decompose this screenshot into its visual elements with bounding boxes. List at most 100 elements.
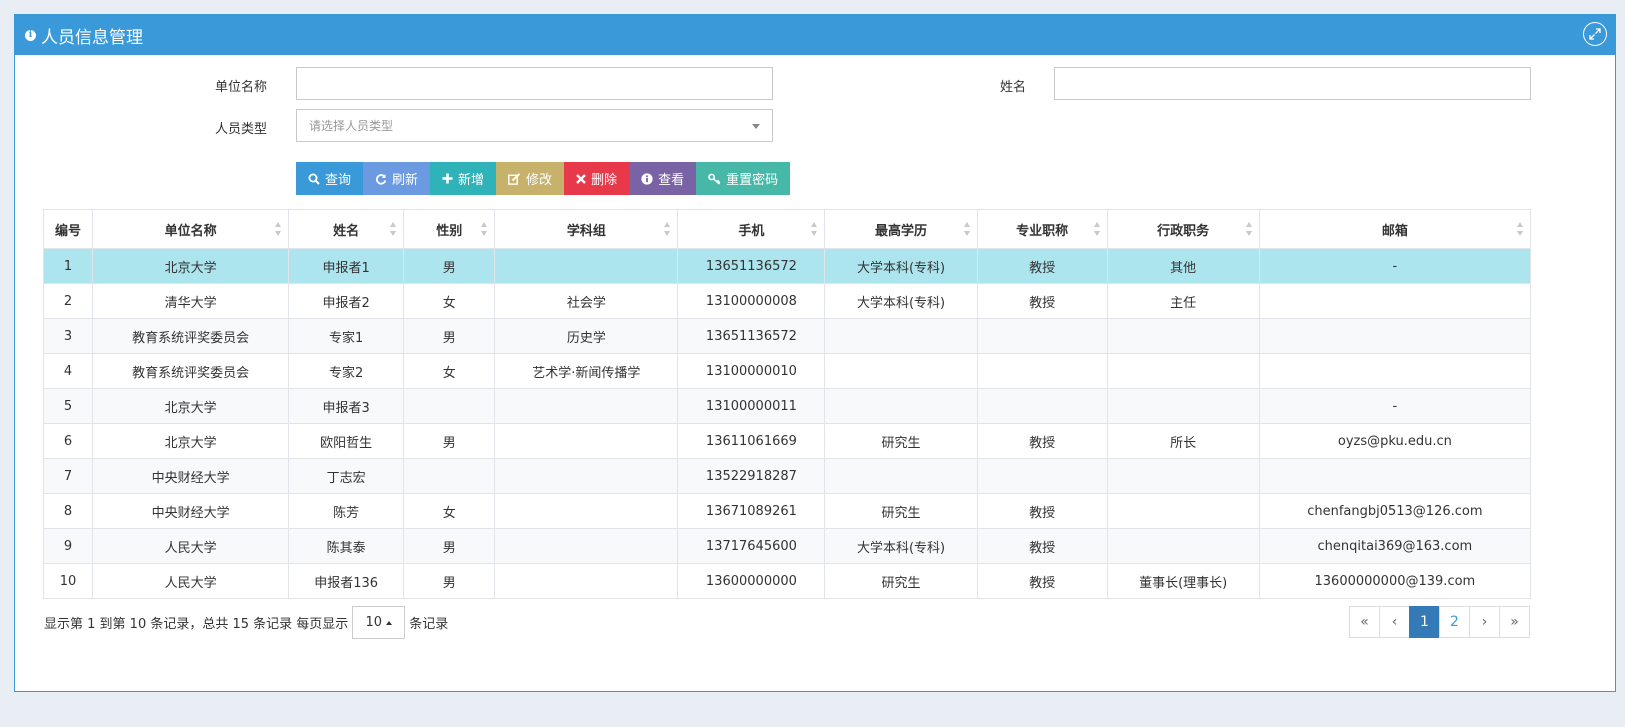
- delete-button[interactable]: 删除: [564, 162, 630, 195]
- table-row[interactable]: 1 北京大学 申报者1 男 13651136572 大学本科(专科) 教授 其他 -: [42, 248, 1532, 284]
- last-page-button[interactable]: »: [1499, 606, 1530, 638]
- expand-icon: [1589, 28, 1601, 40]
- panel-title: 人员信息管理: [41, 27, 143, 48]
- cell-subject-group: [494, 458, 679, 494]
- page-1-button[interactable]: 1: [1409, 606, 1440, 638]
- add-button-label: 新增: [458, 173, 485, 188]
- cell-title: 教授: [976, 423, 1108, 459]
- page-size-dropdown[interactable]: 10: [352, 606, 406, 639]
- edit-button[interactable]: 修改: [496, 162, 565, 195]
- first-page-button[interactable]: «: [1349, 606, 1380, 638]
- column-header-gender[interactable]: 性别: [403, 209, 496, 249]
- query-button-label: 查询: [325, 173, 352, 188]
- sort-icon[interactable]: [664, 222, 671, 236]
- column-header-email[interactable]: 邮箱: [1258, 209, 1532, 249]
- table-row[interactable]: 6 北京大学 欧阳哲生男 13611061669 研究生 教授 所长 oyzs@pku.edu…: [42, 423, 1532, 459]
- column-header-name[interactable]: 姓名: [288, 209, 405, 249]
- cell-position: [1106, 493, 1260, 529]
- add-button[interactable]: 新增: [430, 162, 497, 195]
- cell-title: [976, 318, 1108, 354]
- cell-education: [824, 388, 978, 424]
- column-header-position[interactable]: 行政职务: [1106, 209, 1260, 249]
- person-table: 编号 单位名称 姓名 性别 学科组 手机 最高学历 专业职称 行政职务 邮箱 1…: [42, 209, 1532, 599]
- refresh-icon: [375, 173, 387, 185]
- table-row[interactable]: 5 北京大学 申报者3 13100000011 -: [42, 388, 1532, 424]
- refresh-button[interactable]: 刷新: [363, 162, 431, 195]
- cell-subject-group: 社会学: [494, 283, 679, 319]
- column-header-education[interactable]: 最高学历: [824, 209, 978, 249]
- expand-button[interactable]: [1583, 22, 1607, 46]
- cell-name: 专家2: [288, 353, 405, 389]
- pager-info-suffix: 条记录: [409, 617, 449, 632]
- cell-education: [824, 353, 978, 389]
- next-page-button[interactable]: ›: [1469, 606, 1500, 638]
- cell-position: 董事长(理事长): [1106, 563, 1260, 599]
- sort-icon[interactable]: [481, 222, 488, 236]
- column-header-phone[interactable]: 手机: [677, 209, 826, 249]
- table-row[interactable]: 4 教育系统评奖委员会 专家2 女艺术学·新闻传播学 13100000010: [42, 353, 1532, 389]
- cell-email: [1258, 318, 1532, 354]
- cell-title: [976, 353, 1108, 389]
- name-label: 姓名: [999, 80, 1026, 95]
- cell-gender: 女: [403, 353, 496, 389]
- pagination: « ‹ 1 2 › »: [1349, 606, 1530, 638]
- cell-name: 申报者2: [288, 283, 405, 319]
- cell-email: [1258, 283, 1532, 319]
- sort-icon[interactable]: [1245, 222, 1253, 236]
- cell-name: 丁志宏: [288, 458, 405, 494]
- cell-name: 陈其泰: [288, 528, 405, 564]
- cell-email: -: [1258, 248, 1532, 284]
- cell-id: 9: [42, 528, 94, 564]
- cell-education: [824, 458, 978, 494]
- cell-id: 6: [42, 423, 94, 459]
- table-row[interactable]: 7 中央财经大学 丁志宏 13522918287: [42, 458, 1532, 494]
- query-button[interactable]: 查询: [296, 162, 364, 195]
- column-header-title[interactable]: 专业职称: [976, 209, 1108, 249]
- view-button[interactable]: 查看: [629, 162, 697, 195]
- table-row[interactable]: 2 清华大学 申报者2 女社会学 13100000008 大学本科(专科) 教授 主任: [42, 283, 1532, 319]
- page-2-button[interactable]: 2: [1439, 606, 1470, 638]
- table-row[interactable]: 8 中央财经大学 陈芳女 13671089261 研究生 教授 chenfangbj0513…: [42, 493, 1532, 529]
- chevron-down-icon: [752, 124, 760, 129]
- toolbar: 查询 刷新 新增 修改 删除 查看 重置密码: [296, 162, 791, 195]
- cell-title: 教授: [976, 248, 1108, 284]
- sort-icon[interactable]: [811, 222, 818, 236]
- table-row[interactable]: 3 教育系统评奖委员会 专家1 男历史学 13651136572: [42, 318, 1532, 354]
- column-header-id[interactable]: 编号: [42, 209, 94, 249]
- person-type-select[interactable]: 请选择人员类型: [296, 109, 773, 142]
- table-row[interactable]: 9 人民大学 陈其泰男 13717645600 大学本科(专科) 教授 chenqitai3…: [42, 528, 1532, 564]
- table-row[interactable]: 10 人民大学 申报者136 男 13600000000 研究生 教授 董事长(理事长) 136…: [42, 563, 1532, 599]
- cell-subject-group: [494, 528, 679, 564]
- cell-phone: 13651136572: [677, 248, 826, 284]
- column-header-subject-group[interactable]: 学科组: [494, 209, 679, 249]
- name-input[interactable]: [1054, 67, 1531, 100]
- delete-button-label: 删除: [591, 173, 618, 188]
- prev-page-button[interactable]: ‹: [1379, 606, 1410, 638]
- column-header-unit[interactable]: 单位名称: [92, 209, 290, 249]
- cell-subject-group: [494, 248, 679, 284]
- reset-password-button[interactable]: 重置密码: [696, 162, 791, 195]
- cell-phone: 13522918287: [677, 458, 826, 494]
- view-button-label: 查看: [658, 173, 685, 188]
- cell-id: 5: [42, 388, 94, 424]
- cell-unit: 北京大学: [92, 423, 290, 459]
- cell-phone: 13651136572: [677, 318, 826, 354]
- cell-phone: 13611061669: [677, 423, 826, 459]
- sort-icon[interactable]: [390, 222, 397, 236]
- cell-unit: 教育系统评奖委员会: [92, 318, 290, 354]
- cell-gender: 女: [403, 493, 496, 529]
- sort-icon[interactable]: [1517, 222, 1524, 236]
- sort-icon[interactable]: [275, 222, 282, 236]
- cell-subject-group: [494, 493, 679, 529]
- pager-info: 显示第 1 到第 10 条记录，总共 15 条记录 每页显示 10 条记录: [44, 606, 448, 639]
- unit-name-input[interactable]: [296, 67, 773, 100]
- sort-icon[interactable]: [1093, 222, 1101, 236]
- cell-id: 7: [42, 458, 94, 494]
- person-type-placeholder: 请选择人员类型: [309, 119, 394, 133]
- cell-email: chenqitai369@163.com: [1258, 528, 1532, 564]
- cell-gender: 男: [403, 248, 496, 284]
- cell-id: 10: [42, 563, 94, 599]
- sort-icon[interactable]: [963, 222, 971, 236]
- cell-education: 研究生: [824, 423, 978, 459]
- cell-phone: 13600000000: [677, 563, 826, 599]
